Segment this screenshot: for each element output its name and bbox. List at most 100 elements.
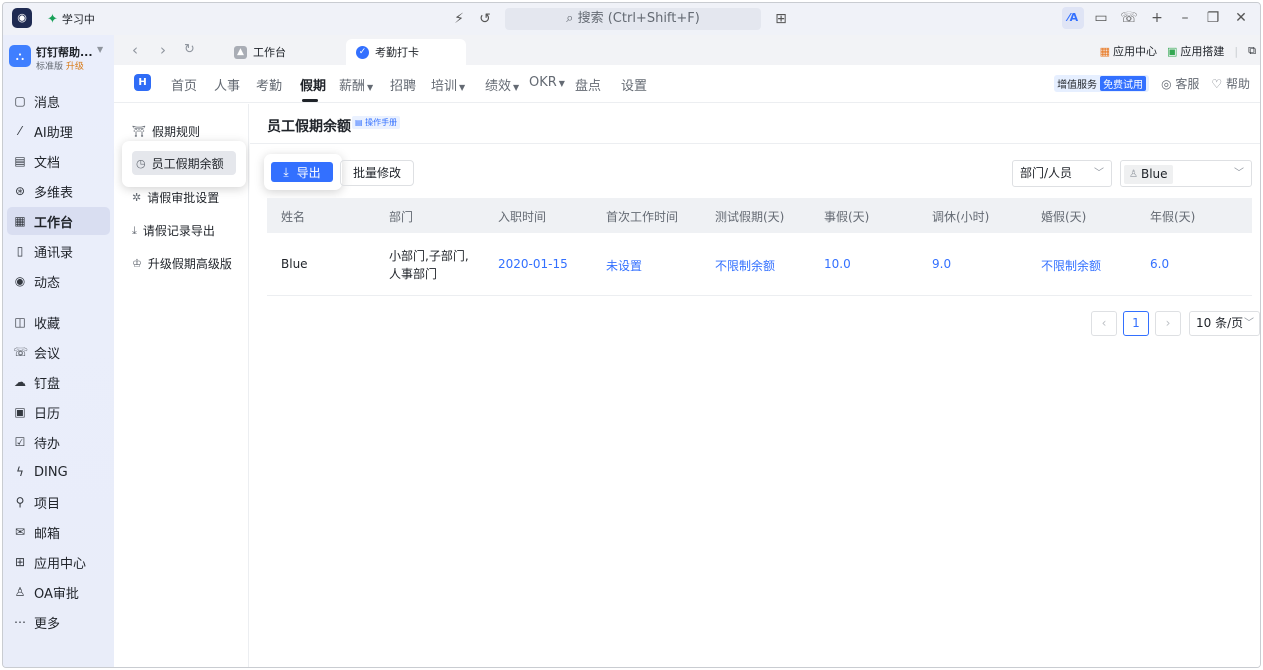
shortcut-icon[interactable]: ⚡	[449, 9, 469, 29]
sidebar-item-label: 动态	[34, 275, 61, 291]
tab-attendance[interactable]: ✓ 考勤打卡	[346, 39, 466, 65]
value-added-service[interactable]: 增值服务 免费试用	[1054, 75, 1150, 92]
sidebar-item[interactable]: ⋯ 更多	[7, 608, 110, 636]
help-link[interactable]: ♡ 帮助	[1211, 75, 1250, 92]
hire-date[interactable]: 2020-01-15	[498, 257, 568, 271]
menu-item[interactable]: 招聘	[390, 75, 416, 94]
sidebar-item[interactable]: ⊞ 应用中心	[7, 548, 110, 576]
sidebar-item[interactable]: ▢ 消息	[7, 87, 110, 115]
page-size-select[interactable]: 10 条/页 ﹀	[1189, 311, 1260, 336]
sidebar-item[interactable]: ♙ OA审批	[7, 578, 110, 606]
menu-item[interactable]: OKR ▼	[529, 75, 565, 90]
sidebar-item[interactable]: ⁄ AI助理	[7, 117, 110, 145]
search-input[interactable]: ⌕ 搜索 (Ctrl+Shift+F)	[505, 8, 761, 30]
dingtalk-logo-icon[interactable]: ◉	[12, 8, 32, 28]
column-header: 姓名	[281, 210, 306, 224]
menu-item[interactable]: 人事	[214, 75, 240, 94]
manual-link[interactable]: ▤ 操作手册	[352, 116, 401, 129]
column-header: 事假(天)	[824, 210, 870, 224]
menu-item[interactable]: 考勤	[256, 75, 282, 94]
export-button[interactable]: ⤓ 导出	[271, 162, 333, 182]
open-external-icon[interactable]: ⧉	[1248, 44, 1256, 58]
upgrade-link[interactable]: 升级	[66, 62, 84, 72]
refresh-icon[interactable]: ↻	[184, 42, 195, 57]
sidebar-item[interactable]: ▯ 通讯录	[7, 237, 110, 265]
sidebar-item-label: 日历	[34, 406, 61, 422]
hr-app-logo-icon: H	[134, 74, 151, 91]
page-number-button[interactable]: 1	[1123, 311, 1149, 336]
heart-icon: ♡	[1211, 77, 1223, 91]
menu-item[interactable]: 盘点	[575, 75, 601, 94]
menu-item[interactable]: 设置	[621, 75, 647, 94]
prev-page-button[interactable]: ‹	[1091, 311, 1117, 336]
active-menu-indicator	[302, 99, 318, 102]
feed-icon: ◉	[14, 274, 26, 288]
sidebar-item-label: 收藏	[34, 316, 61, 332]
menu-item[interactable]: 首页	[171, 75, 197, 94]
content-area: ‹ › ↻ ▲ 工作台 ✓ 考勤打卡 ▦ 应用中心 ▣ 应用搭建 | ⧉ H 首页人…	[114, 35, 1260, 667]
screen-share-icon[interactable]: ▭	[1090, 7, 1112, 29]
customer-service-link[interactable]: ◎ 客服	[1161, 75, 1199, 92]
menu-item[interactable]: 薪酬 ▼	[339, 75, 373, 94]
phone-icon[interactable]: ☏	[1118, 7, 1140, 29]
subnav-record-export[interactable]: ⤓ 请假记录导出	[132, 222, 215, 239]
sidebar-item[interactable]: ⚲ 项目	[7, 488, 110, 516]
org-edition: 标准版 升级	[36, 62, 84, 72]
tab-workbench[interactable]: ▲ 工作台	[224, 39, 296, 65]
caret-down-icon: ▼	[459, 83, 466, 92]
marriage-leave-balance[interactable]: 不限制余额	[1041, 257, 1101, 274]
first-work-date[interactable]: 未设置	[606, 257, 642, 274]
menu-item[interactable]: 假期	[300, 75, 326, 94]
dept-filter-select[interactable]: 部门/人员 ﹀	[1012, 160, 1112, 187]
sidebar-item[interactable]: ◫ 收藏	[7, 308, 110, 336]
headset-icon: ◎	[1161, 77, 1172, 91]
apps-grid-icon[interactable]: ⊞	[771, 9, 791, 29]
subnav-upgrade[interactable]: ♔ 升级假期高级版	[132, 255, 232, 272]
column-header: 入职时间	[498, 210, 547, 224]
history-icon[interactable]: ↺	[475, 9, 495, 29]
next-page-button[interactable]: ›	[1155, 311, 1181, 336]
restore-icon[interactable]: ❐	[1202, 7, 1224, 29]
add-icon[interactable]: +	[1146, 7, 1168, 29]
app-center-link[interactable]: ▦ 应用中心	[1100, 43, 1157, 59]
forward-icon[interactable]: ›	[160, 41, 166, 59]
minimize-icon[interactable]: –	[1174, 7, 1196, 29]
sidebar-item[interactable]: ϟ DING	[7, 458, 110, 486]
sidebar-item[interactable]: ▤ 文档	[7, 147, 110, 175]
back-icon[interactable]: ‹	[132, 41, 138, 59]
person-filter-select[interactable]: ♙ Blue ﹀	[1120, 160, 1252, 187]
status-indicator[interactable]: ✦ 学习中	[47, 11, 95, 27]
sidebar-item[interactable]: ☁ 钉盘	[7, 368, 110, 396]
page-title: 员工假期余额	[267, 119, 351, 135]
subnav-approval-settings[interactable]: ✲ 请假审批设置	[132, 189, 219, 206]
app-builder-icon: ▣	[1167, 44, 1178, 58]
free-trial-badge[interactable]: 免费试用	[1100, 76, 1147, 91]
sidebar-item-label: 项目	[34, 496, 61, 512]
sidebar-item[interactable]: ☑ 待办	[7, 428, 110, 456]
ai-translate-icon[interactable]: ⁄A	[1062, 7, 1084, 29]
rules-icon: ⛩	[132, 125, 146, 138]
sidebar-item[interactable]: ✉ 邮箱	[7, 518, 110, 546]
subnav-active-highlight: ◷ 员工假期余额	[122, 141, 246, 187]
personal-leave-balance[interactable]: 10.0	[824, 257, 851, 271]
project-icon: ⚲	[15, 495, 25, 509]
test-leave-balance[interactable]: 不限制余额	[715, 257, 775, 274]
sidebar-item[interactable]: ▣ 日历	[7, 398, 110, 426]
menu-item[interactable]: 绩效 ▼	[485, 75, 519, 94]
comp-time-balance[interactable]: 9.0	[932, 257, 951, 271]
sidebar-item[interactable]: ◉ 动态	[7, 267, 110, 295]
subnav-employee-balance[interactable]: ◷ 员工假期余额	[132, 151, 236, 175]
close-icon[interactable]: ✕	[1230, 7, 1252, 29]
menu-item[interactable]: 培训 ▼	[431, 75, 465, 94]
sidebar-item[interactable]: ⊛ 多维表	[7, 177, 110, 205]
sidebar-item[interactable]: ☏ 会议	[7, 338, 110, 366]
app-builder-link[interactable]: ▣ 应用搭建	[1167, 43, 1224, 59]
caret-down-icon: ▼	[367, 83, 374, 92]
bulk-edit-button[interactable]: 批量修改	[340, 160, 414, 186]
annual-leave-balance[interactable]: 6.0	[1150, 257, 1169, 271]
org-switcher[interactable]: ⛬ 钉钉帮助... ▼ 标准版 升级	[9, 45, 109, 75]
workbench-tab-icon: ▲	[234, 45, 247, 59]
sidebar-item[interactable]: ▦ 工作台	[7, 207, 110, 235]
chevron-down-icon: ﹀	[1244, 318, 1254, 329]
subnav-leave-rules[interactable]: ⛩ 假期规则	[132, 123, 200, 140]
